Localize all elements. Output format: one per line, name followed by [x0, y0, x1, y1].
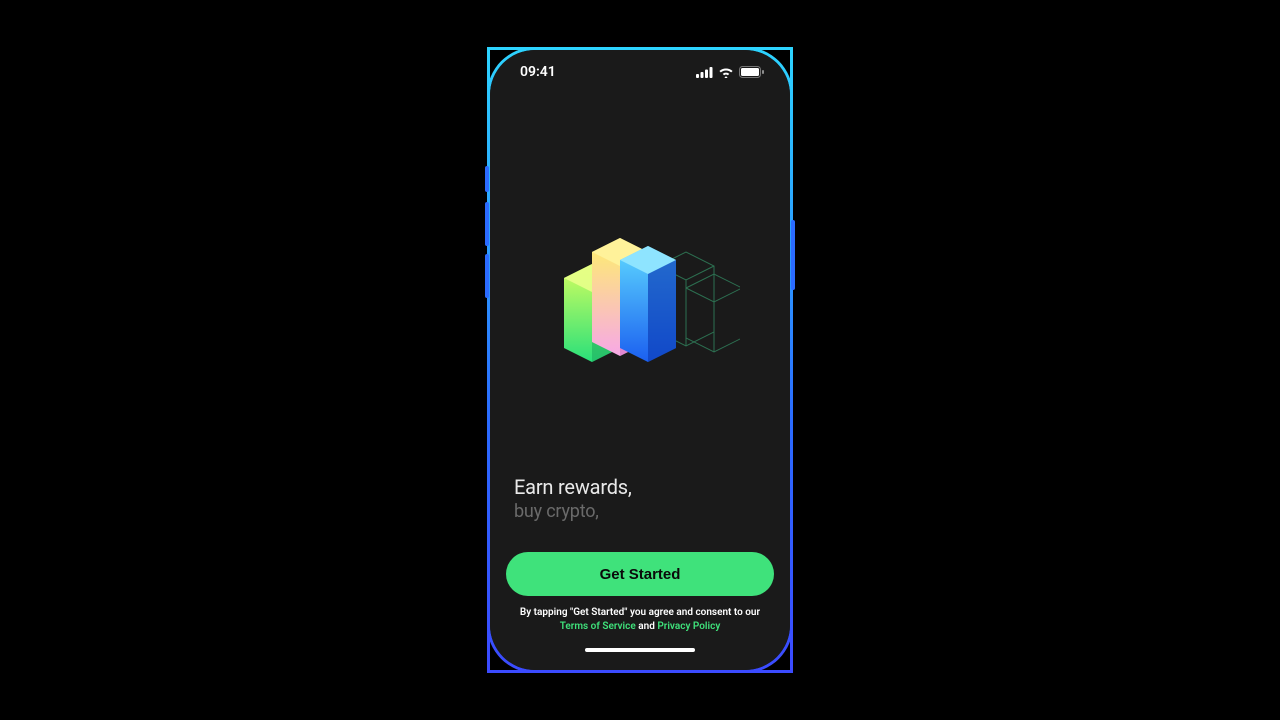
- headline-primary: Earn rewards,: [514, 475, 766, 499]
- phone-power-button: [791, 220, 795, 290]
- privacy-policy-link[interactable]: Privacy Policy: [657, 621, 720, 632]
- phone-volume-down-button: [485, 254, 489, 298]
- phone-side-button: [485, 166, 489, 192]
- onboarding-content: Earn rewards, buy crypto, Get Started By…: [490, 94, 790, 670]
- cellular-signal-icon: [696, 67, 713, 78]
- headline-secondary: buy crypto,: [514, 501, 766, 522]
- consent-prefix: By tapping "Get Started" you agree and c…: [520, 607, 760, 618]
- phone-screen: 09:41: [490, 50, 790, 670]
- bar-chart-3d-icon: [540, 216, 740, 386]
- status-time: 09:41: [520, 64, 556, 80]
- hero-illustration: [506, 134, 774, 467]
- wifi-icon: [718, 67, 734, 78]
- home-indicator[interactable]: [585, 648, 695, 652]
- phone-volume-up-button: [485, 202, 489, 246]
- terms-of-service-link[interactable]: Terms of Service: [560, 621, 636, 632]
- consent-and: and: [636, 621, 658, 632]
- phone-device-frame: 09:41: [487, 47, 793, 673]
- consent-text: By tapping "Get Started" you agree and c…: [506, 606, 774, 634]
- headline-block: Earn rewards, buy crypto,: [506, 467, 774, 552]
- status-bar: 09:41: [490, 50, 790, 94]
- status-indicators: [696, 66, 764, 78]
- get-started-button[interactable]: Get Started: [506, 552, 774, 596]
- battery-icon: [739, 66, 764, 78]
